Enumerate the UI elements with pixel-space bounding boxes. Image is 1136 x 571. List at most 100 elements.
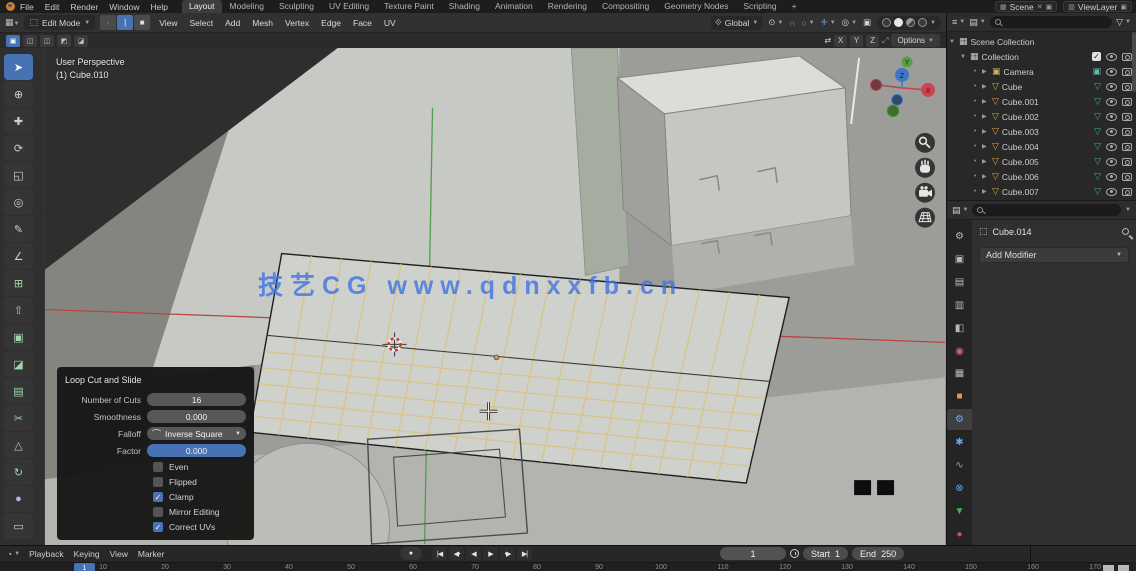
rotate-tool[interactable]: ⟳ <box>4 135 33 161</box>
menu-help[interactable]: Help <box>150 2 167 12</box>
vertex-select-button[interactable]: ∙ <box>100 15 117 30</box>
hide-in-viewport-icon[interactable] <box>1106 97 1117 106</box>
falloff-dropdown[interactable]: ⌒ Inverse Square ▼ <box>147 427 246 440</box>
properties-tab-particles[interactable]: ✱ <box>947 432 972 453</box>
viewport-menu-face[interactable]: Face <box>353 18 372 28</box>
xray-toggle-icon[interactable]: ▣ <box>863 17 871 28</box>
add-cube-tool[interactable]: ⊞ <box>4 270 33 296</box>
properties-tab-modifiers[interactable]: ⚙ <box>947 409 972 431</box>
checkbox-even[interactable] <box>153 462 163 472</box>
workspace-tab-compositing[interactable]: Compositing <box>595 0 656 13</box>
select-new-icon[interactable]: ▣ <box>6 34 20 47</box>
move-tool[interactable]: ✚ <box>4 108 33 134</box>
workspace-tab-scripting[interactable]: Scripting <box>737 0 784 13</box>
disable-in-renders-icon[interactable] <box>1122 112 1132 121</box>
pivot-point-dropdown[interactable]: ⊙ ▼ <box>768 17 783 28</box>
outliner-row-scene-collection[interactable]: ▼ ▦ Scene Collection <box>947 34 1136 49</box>
pan-hand-button[interactable] <box>915 157 936 178</box>
measure-tool[interactable]: ∠ <box>4 243 33 269</box>
scale-tool[interactable]: ◱ <box>4 162 33 188</box>
workspace-tab-shading[interactable]: Shading <box>442 0 487 13</box>
bevel-tool[interactable]: ◪ <box>4 351 33 377</box>
workspace-tab-rendering[interactable]: Rendering <box>541 0 594 13</box>
outliner-row-collection[interactable]: ▼ ▦ Collection ✓ <box>947 49 1136 64</box>
menu-render[interactable]: Render <box>70 2 98 12</box>
previous-keyframe-button[interactable]: ◀• <box>449 547 464 560</box>
disclosure-collapsed-icon[interactable]: ▶ <box>982 188 989 195</box>
edge-select-button[interactable]: | <box>117 15 134 30</box>
outliner-search-input[interactable] <box>989 16 1113 28</box>
workspace-tab-sculpting[interactable]: Sculpting <box>272 0 321 13</box>
close-icon[interactable]: ✕ <box>1037 3 1043 11</box>
pin-icon[interactable] <box>1122 228 1129 235</box>
properties-tab-physics[interactable]: ∿ <box>947 455 972 476</box>
disable-in-renders-icon[interactable] <box>1122 172 1132 181</box>
disable-in-renders-icon[interactable] <box>1122 187 1132 196</box>
editor-type-icon[interactable]: ▦▼ <box>5 17 19 28</box>
outliner-row-cube-005[interactable]: • ▶ ▽ Cube.005 ▽ <box>947 154 1136 169</box>
disclosure-collapsed-icon[interactable]: ▶ <box>982 143 989 150</box>
menu-file[interactable]: File <box>20 2 34 12</box>
disable-in-renders-icon[interactable] <box>1122 82 1132 91</box>
disable-in-renders-icon[interactable] <box>1122 157 1132 166</box>
hide-in-viewport-icon[interactable] <box>1106 82 1117 91</box>
face-select-button[interactable]: ■ <box>134 15 151 30</box>
viewport-menu-uv[interactable]: UV <box>384 18 396 28</box>
workspace-tab-layout[interactable]: Layout <box>181 0 222 13</box>
outliner-row-cube-006[interactable]: • ▶ ▽ Cube.006 ▽ <box>947 169 1136 184</box>
jump-to-end-button[interactable]: ▶| <box>517 547 532 560</box>
hide-in-viewport-icon[interactable] <box>1106 112 1117 121</box>
material-shading-button[interactable] <box>906 18 916 27</box>
disclosure-collapsed-icon[interactable]: ▶ <box>982 98 989 105</box>
properties-editor-type-icon[interactable]: ▤ ▼ <box>952 205 968 216</box>
view-layer-selector[interactable]: ▥ ViewLayer ▣ <box>1063 1 1132 12</box>
start-frame-field[interactable]: Start 1 <box>803 547 849 560</box>
properties-tab-scene[interactable]: ◧ <box>947 318 972 339</box>
play-button[interactable]: ▶ <box>483 547 498 560</box>
disable-in-renders-icon[interactable] <box>1122 52 1132 61</box>
mirror-y-button[interactable]: Y <box>850 34 864 47</box>
auto-keying-button[interactable]: ● <box>400 547 422 560</box>
select-extend-icon[interactable]: ◫ <box>23 34 37 47</box>
select-difference-icon[interactable]: ◩ <box>57 34 71 47</box>
properties-tab-view-layer[interactable]: ▥ <box>947 295 972 316</box>
hide-in-viewport-icon[interactable] <box>1106 127 1117 136</box>
workspace-tab-texture-paint[interactable]: Texture Paint <box>377 0 441 13</box>
properties-tab-object-data[interactable]: ▼ <box>947 501 972 522</box>
mode-dropdown[interactable]: ⬚ Edit Mode ▼ <box>24 15 96 30</box>
viewport-menu-select[interactable]: Select <box>190 18 214 28</box>
workspace-tab-modeling[interactable]: Modeling <box>223 0 272 13</box>
outliner-row-cube-001[interactable]: • ▶ ▽ Cube.001 ▽ <box>947 94 1136 109</box>
disclosure-collapsed-icon[interactable]: ▶ <box>982 83 989 90</box>
outliner-filter-funnel-icon[interactable]: ▽ ▼ <box>1116 17 1131 28</box>
disable-in-renders-icon[interactable] <box>1122 97 1132 106</box>
orthographic-toggle-button[interactable] <box>915 207 936 228</box>
new-scene-icon[interactable]: ▣ <box>1046 3 1053 11</box>
scene-selector[interactable]: ▦ Scene ✕ ▣ <box>994 1 1058 12</box>
transform-tool[interactable]: ◎ <box>4 189 33 215</box>
menu-window[interactable]: Window <box>109 2 139 12</box>
viewport-menu-add[interactable]: Add <box>225 18 240 28</box>
viewport-canvas[interactable]: Y Z X User Perspective (1) Cube.010 技艺CG… <box>0 48 946 545</box>
outliner-row-cube[interactable]: • ▶ ▽ Cube ▽ <box>947 79 1136 94</box>
viewport-menu-edge[interactable]: Edge <box>321 18 341 28</box>
properties-tab-constraints[interactable]: ⊗ <box>947 478 972 499</box>
hide-in-viewport-icon[interactable] <box>1106 142 1117 151</box>
properties-tab-material[interactable]: ● <box>947 524 972 545</box>
number-of-cuts-field[interactable]: 16 <box>147 393 246 406</box>
edge-slide-tool[interactable]: ▭ <box>4 513 33 539</box>
outliner-display-mode-icon[interactable]: ▤ ▼ <box>969 17 985 28</box>
hide-in-viewport-icon[interactable] <box>1106 172 1117 181</box>
camera-view-button[interactable] <box>915 182 936 203</box>
gizmos-toggle-icon[interactable]: ✛ ▼ <box>821 17 836 28</box>
viewport-menu-mesh[interactable]: Mesh <box>252 18 273 28</box>
rendered-shading-button[interactable] <box>918 18 928 27</box>
outliner-row-camera[interactable]: • ▶ ▣ Camera ▣ <box>947 64 1136 79</box>
disclosure-collapsed-icon[interactable]: ▶ <box>982 113 989 120</box>
checkbox-correct-uvs[interactable]: ✓ <box>153 522 163 532</box>
overlays-toggle-icon[interactable]: ◎ ▼ <box>842 17 857 28</box>
timeline-menu-playback[interactable]: Playback <box>29 549 64 559</box>
orientation-dropdown[interactable]: ⟐ Global ▼ <box>711 15 763 30</box>
annotate-tool[interactable]: ✎ <box>4 216 33 242</box>
outliner-row-cube-003[interactable]: • ▶ ▽ Cube.003 ▽ <box>947 124 1136 139</box>
